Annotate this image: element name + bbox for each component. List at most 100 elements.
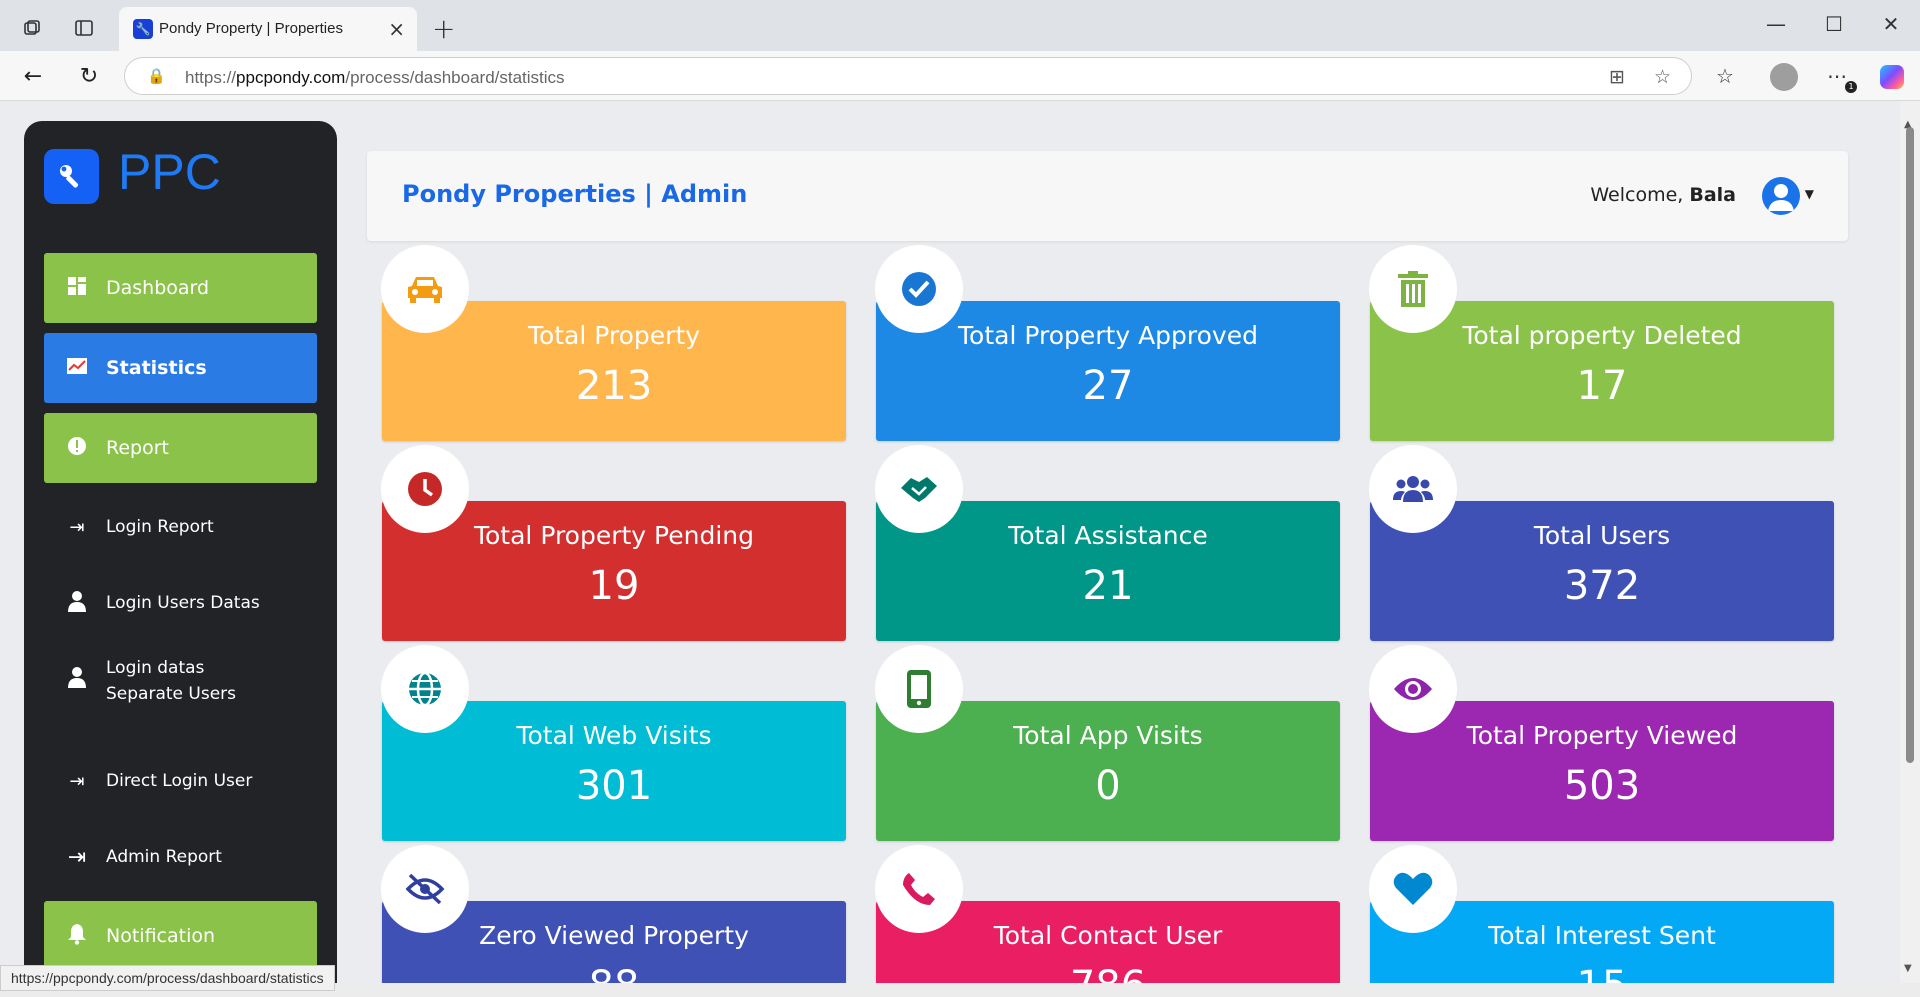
favicon-icon: 🔧	[133, 19, 153, 39]
page-viewport: PPC Dashboard Statistics Report ⇥ Login …	[0, 101, 1920, 983]
page-scrollbar[interactable]: ▲ ▼	[1900, 101, 1920, 983]
minimize-icon[interactable]: —	[1758, 12, 1794, 36]
stat-value: 17	[1576, 363, 1628, 409]
dashboard-icon	[64, 276, 90, 300]
maximize-icon[interactable]: ☐	[1816, 12, 1852, 36]
wrench-logo-icon	[44, 149, 99, 204]
back-icon[interactable]: ←	[18, 62, 48, 90]
stat-label: Total Contact User	[993, 921, 1223, 950]
user-icon	[64, 590, 90, 617]
app-available-icon[interactable]: ⊞	[1609, 66, 1625, 88]
sidebar-item-label: Admin Report	[106, 847, 222, 867]
stat-label: Total App Visits	[1013, 721, 1203, 750]
clock-icon	[381, 445, 469, 533]
stat-value: 503	[1563, 763, 1641, 809]
url-text: https://ppcpondy.com/process/dashboard/s…	[185, 68, 565, 87]
sidebar-item-label: Login datas Separate Users	[106, 658, 236, 704]
stat-label: Total Interest Sent	[1488, 921, 1716, 950]
stat-label: Total Assistance	[1008, 521, 1208, 550]
sidebar-item-label: Login Users Datas	[106, 593, 260, 613]
welcome-text: Welcome, Bala	[1590, 184, 1736, 206]
copilot-icon[interactable]	[1880, 65, 1904, 89]
stat-value: 301	[575, 763, 653, 809]
heart-icon	[1369, 845, 1457, 933]
user-icon	[64, 666, 90, 696]
chart-icon	[64, 357, 90, 379]
stat-value: 21	[1082, 563, 1134, 609]
page-title: Pondy Properties | Admin	[402, 180, 748, 208]
trash-icon	[1369, 245, 1457, 333]
address-bar-row: ← ↻ 🔒 https://ppcpondy.com/process/dashb…	[0, 51, 1920, 101]
stat-value: 19	[588, 563, 640, 609]
scrollbar-thumb[interactable]	[1906, 127, 1914, 763]
favorites-icon[interactable]: ☆	[1716, 64, 1734, 88]
stat-label: Total Web Visits	[516, 721, 712, 750]
user-name: Bala	[1689, 184, 1736, 206]
stat-label: Total Property Approved	[958, 321, 1258, 350]
stat-label: Total Property Pending	[473, 521, 754, 550]
tab-title: Pondy Property | Properties	[159, 20, 343, 37]
alert-icon	[64, 436, 90, 461]
stat-value: 213	[575, 363, 653, 409]
stat-label: Total Property Viewed	[1466, 721, 1738, 750]
user-avatar-icon[interactable]	[1762, 177, 1800, 215]
sign-in-icon: ⇥	[69, 516, 85, 538]
globe-icon	[381, 645, 469, 733]
header-bar: Pondy Properties | Admin Welcome, Bala ▼	[367, 151, 1848, 241]
sidebar-item-admin-report[interactable]: ⇥ Admin Report	[44, 827, 317, 887]
stat-value: 0	[1095, 763, 1121, 809]
sidebar-item-report[interactable]: Report	[44, 413, 317, 483]
favorite-star-icon[interactable]: ☆	[1654, 66, 1671, 88]
workspaces-icon[interactable]	[18, 14, 46, 42]
sidebar-item-label: Report	[106, 437, 169, 459]
refresh-icon[interactable]: ↻	[74, 62, 104, 90]
mobile-icon	[875, 645, 963, 733]
scroll-down-icon[interactable]: ▼	[1904, 963, 1912, 974]
stat-label: Total Users	[1533, 521, 1671, 550]
sidebar-item-dashboard[interactable]: Dashboard	[44, 253, 317, 323]
bell-icon	[64, 923, 90, 950]
sidebar-item-login-report[interactable]: ⇥ Login Report	[44, 497, 317, 557]
sidebar-item-direct-login-user[interactable]: ⇥ Direct Login User	[44, 751, 317, 811]
sidebar-item-notification[interactable]: Notification	[44, 901, 317, 971]
status-bar-url: https://ppcpondy.com/process/dashboard/s…	[0, 965, 335, 991]
sidebar-item-label: Dashboard	[106, 277, 210, 299]
sidebar-item-login-datas-separate-users[interactable]: Login datas Separate Users	[44, 641, 317, 721]
sidebar-item-label: Login Report	[106, 517, 214, 537]
stat-value: 786	[876, 963, 1340, 983]
new-tab-icon[interactable]: +	[432, 12, 455, 45]
sidebar-item-label: Statistics	[106, 357, 207, 379]
sidebar-item-statistics[interactable]: Statistics	[44, 333, 317, 403]
chevron-down-icon[interactable]: ▼	[1805, 187, 1814, 201]
stat-label: Total property Deleted	[1462, 321, 1742, 350]
browser-tab-bar: 🔧 Pondy Property | Properties × + — ☐ ✕	[0, 0, 1920, 51]
lock-icon: 🔒	[147, 67, 166, 85]
sidebar-item-login-users-datas[interactable]: Login Users Datas	[44, 573, 317, 633]
close-tab-icon[interactable]: ×	[388, 17, 405, 41]
car-icon	[381, 245, 469, 333]
sidebar-item-label: Notification	[106, 925, 216, 947]
phone-icon	[875, 845, 963, 933]
eye-icon	[1369, 645, 1457, 733]
handshake-icon	[875, 445, 963, 533]
tab-actions-icon[interactable]	[70, 14, 98, 42]
users-icon	[1369, 445, 1457, 533]
close-window-icon[interactable]: ✕	[1873, 12, 1909, 36]
sign-in-icon: ⇥	[67, 844, 87, 870]
stat-value: 372	[1563, 563, 1641, 609]
active-tab[interactable]: 🔧 Pondy Property | Properties ×	[119, 7, 417, 51]
stat-label: Total Property	[527, 321, 701, 350]
url-field[interactable]: 🔒 https://ppcpondy.com/process/dashboard…	[124, 57, 1692, 95]
more-icon[interactable]: ⋯	[1827, 64, 1847, 88]
eye-slash-icon	[381, 845, 469, 933]
profile-avatar[interactable]	[1770, 63, 1798, 91]
sign-in-icon: ⇥	[69, 770, 85, 792]
sidebar-item-label: Direct Login User	[106, 771, 253, 791]
stat-label: Zero Viewed Property	[479, 921, 749, 950]
stat-value: 27	[1082, 363, 1134, 409]
notification-badge: 1	[1845, 81, 1857, 93]
logo-text: PPC	[118, 144, 221, 200]
sidebar: PPC Dashboard Statistics Report ⇥ Login …	[24, 121, 337, 983]
stat-value: 88	[382, 963, 846, 983]
stat-value: 15	[1370, 963, 1834, 983]
